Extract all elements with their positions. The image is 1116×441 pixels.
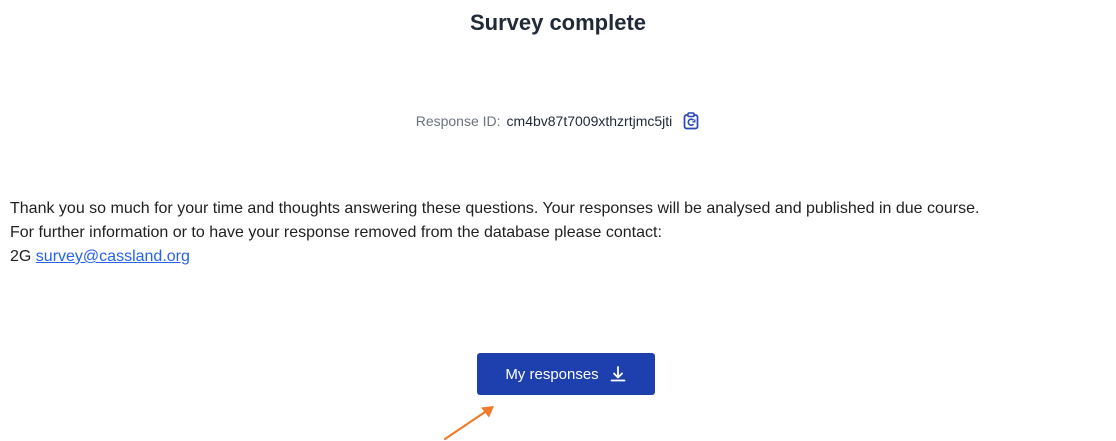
contact-instructions: For further information or to have your …: [10, 224, 662, 241]
thank-you-text: Thank you so much for your time and thou…: [10, 200, 980, 217]
survey-complete-page: Survey complete Response ID: cm4bv87t700…: [0, 0, 1116, 441]
contact-prefix: 2G: [10, 248, 32, 265]
annotation-arrow-icon: [443, 406, 494, 441]
response-id-label: Response ID:: [415, 113, 501, 129]
copy-icon[interactable]: [682, 112, 700, 130]
contact-line: 2G survey@cassland.org: [10, 245, 1110, 269]
response-id-row: Response ID: cm4bv87t7009xthzrtjmc5jti: [0, 112, 1116, 130]
contact-email-link[interactable]: survey@cassland.org: [36, 248, 190, 265]
thank-you-message: Thank you so much for your time and thou…: [10, 197, 1110, 269]
my-responses-button[interactable]: My responses: [477, 353, 655, 395]
page-title: Survey complete: [469, 10, 647, 35]
download-icon: [609, 365, 627, 383]
response-id-value: cm4bv87t7009xthzrtjmc5jti: [506, 113, 673, 129]
my-responses-label: My responses: [505, 365, 599, 383]
